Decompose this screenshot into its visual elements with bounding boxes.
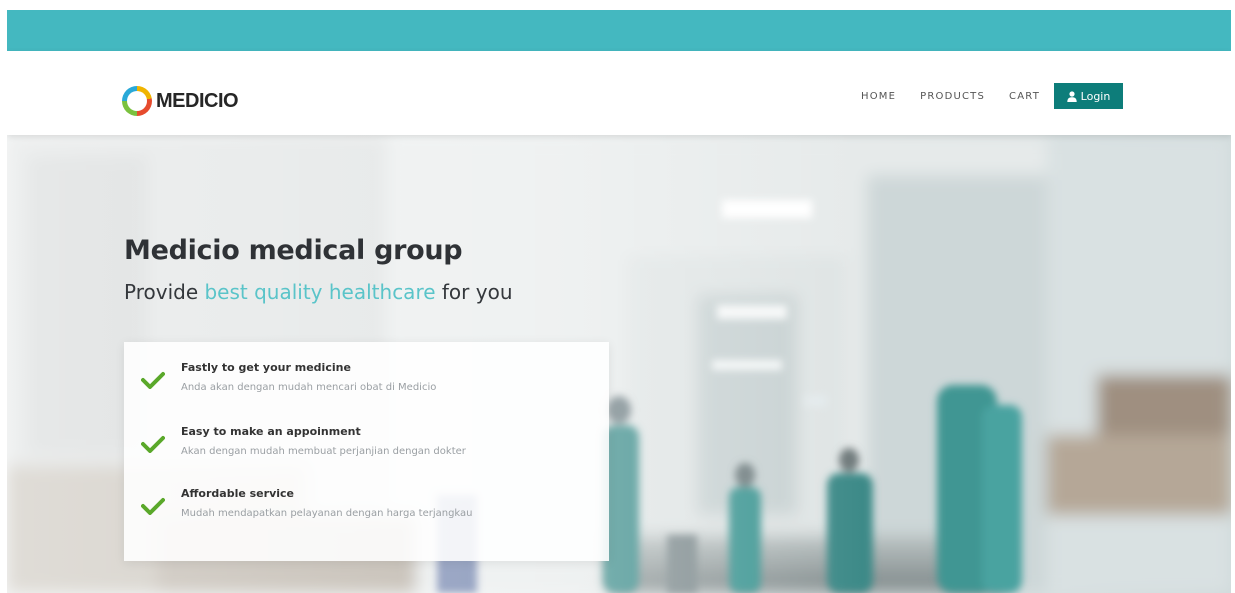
feature-description: Akan dengan mudah membuat perjanjian den…: [181, 446, 466, 457]
feature-item: Fastly to get your medicine Anda akan de…: [124, 361, 609, 413]
user-icon: [1066, 90, 1077, 102]
logo-ring-icon: [122, 86, 152, 116]
main-nav: HOME PRODUCTS CART Login: [861, 83, 1123, 109]
brand-logo[interactable]: MEDICIO: [122, 86, 239, 116]
nav-cart-link[interactable]: CART: [1009, 91, 1040, 102]
nav-products-link[interactable]: PRODUCTS: [920, 91, 985, 102]
hero-section: Medicio medical group Provide best quali…: [7, 135, 1231, 593]
page: MEDICIO HOME PRODUCTS CART Login Medicio…: [7, 10, 1231, 593]
check-icon: [141, 497, 165, 520]
nav-home-link[interactable]: HOME: [861, 91, 896, 102]
feature-title: Fastly to get your medicine: [181, 361, 351, 374]
feature-title: Affordable service: [181, 487, 294, 500]
brand-name: MEDICIO: [156, 89, 239, 112]
feature-description: Mudah mendapatkan pelayanan dengan harga…: [181, 508, 473, 519]
feature-title: Easy to make an appoinment: [181, 425, 361, 438]
check-icon: [141, 371, 165, 394]
feature-item: Easy to make an appoinment Akan dengan m…: [124, 425, 609, 477]
navbar: MEDICIO HOME PRODUCTS CART Login: [7, 51, 1231, 135]
hero-title: Medicio medical group: [124, 235, 463, 266]
check-icon: [141, 435, 165, 458]
hero-subtitle: Provide best quality healthcare for you: [124, 280, 513, 304]
hero-subtitle-pre: Provide: [124, 280, 205, 304]
login-label: Login: [1080, 89, 1111, 103]
top-color-bar: [7, 10, 1231, 51]
hero-subtitle-accent: best quality healthcare: [204, 280, 436, 304]
hero-subtitle-post: for you: [435, 280, 513, 304]
features-panel: Fastly to get your medicine Anda akan de…: [124, 342, 609, 561]
feature-item: Affordable service Mudah mendapatkan pel…: [124, 487, 609, 539]
feature-description: Anda akan dengan mudah mencari obat di M…: [181, 382, 437, 393]
login-button[interactable]: Login: [1054, 83, 1123, 109]
